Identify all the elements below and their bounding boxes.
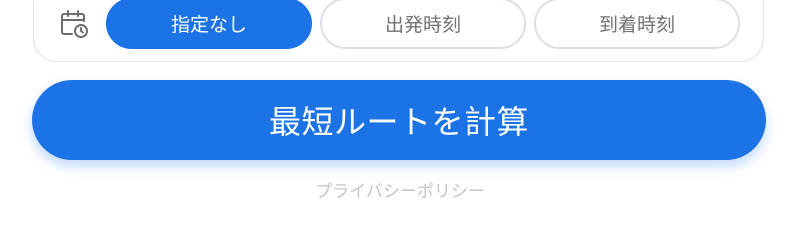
time-option-arrival[interactable]: 到着時刻 — [534, 0, 740, 49]
time-option-none[interactable]: 指定なし — [106, 0, 312, 49]
privacy-policy-link[interactable]: プライバシーポリシー — [0, 177, 800, 202]
time-option-departure[interactable]: 出発時刻 — [320, 0, 526, 49]
route-search-page: 指定なし 出発時刻 到着時刻 最短ルートを計算 プライバシーポリシー — [0, 0, 800, 230]
calculate-route-button[interactable]: 最短ルートを計算 — [32, 80, 766, 160]
calendar-clock-icon — [61, 10, 88, 38]
